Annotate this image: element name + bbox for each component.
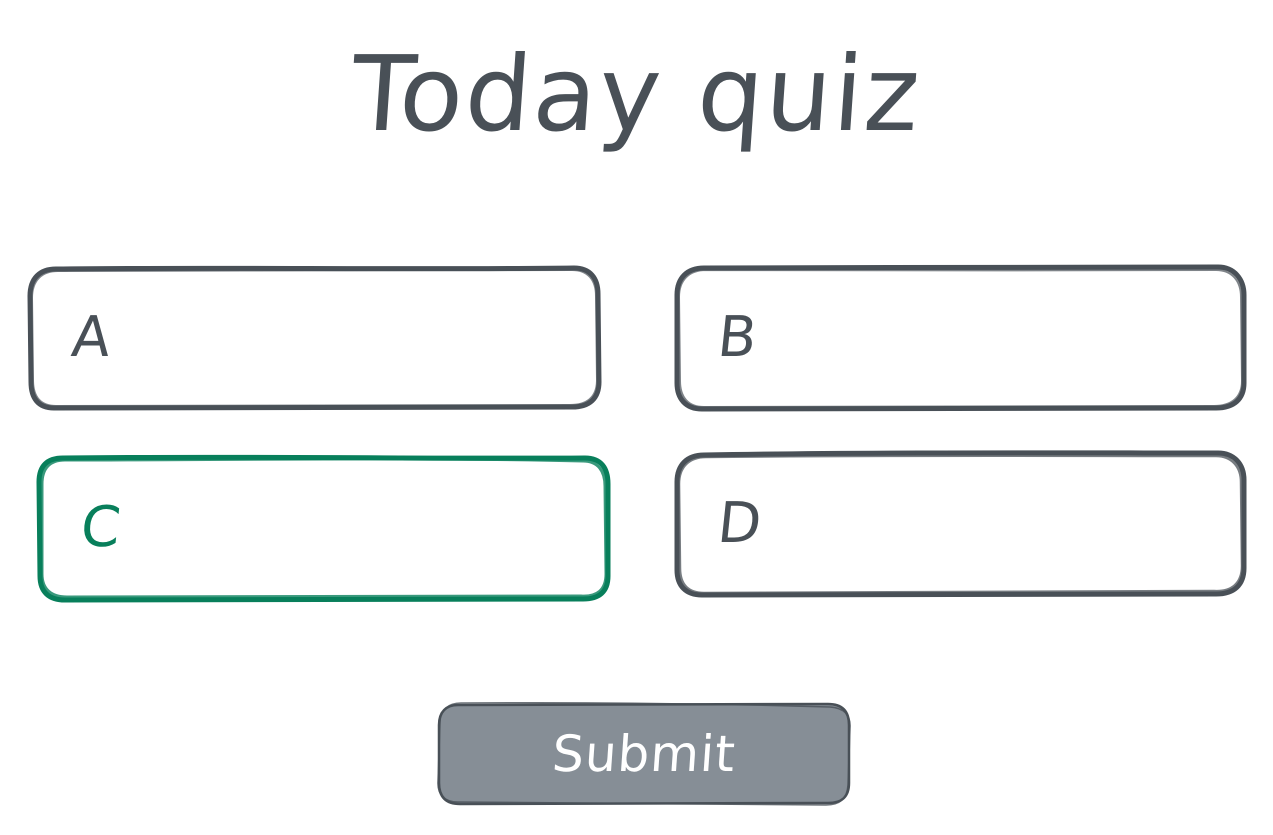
option-b-border bbox=[674, 264, 1247, 412]
option-b-button[interactable]: B bbox=[674, 264, 1247, 412]
submit-button-label: Submit bbox=[550, 724, 738, 783]
option-c-label: C bbox=[77, 495, 124, 560]
submit-button[interactable]: Submit bbox=[436, 701, 852, 806]
option-a-border bbox=[27, 265, 602, 411]
option-c-border bbox=[36, 454, 611, 603]
page-title: Today quiz bbox=[347, 33, 926, 155]
option-d-label: D bbox=[714, 490, 765, 556]
option-c-button[interactable]: C bbox=[36, 454, 611, 603]
option-b-label: B bbox=[714, 305, 760, 370]
option-a-button[interactable]: A bbox=[27, 265, 602, 411]
option-a-label: A bbox=[68, 305, 114, 370]
option-d-button[interactable]: D bbox=[674, 450, 1247, 598]
